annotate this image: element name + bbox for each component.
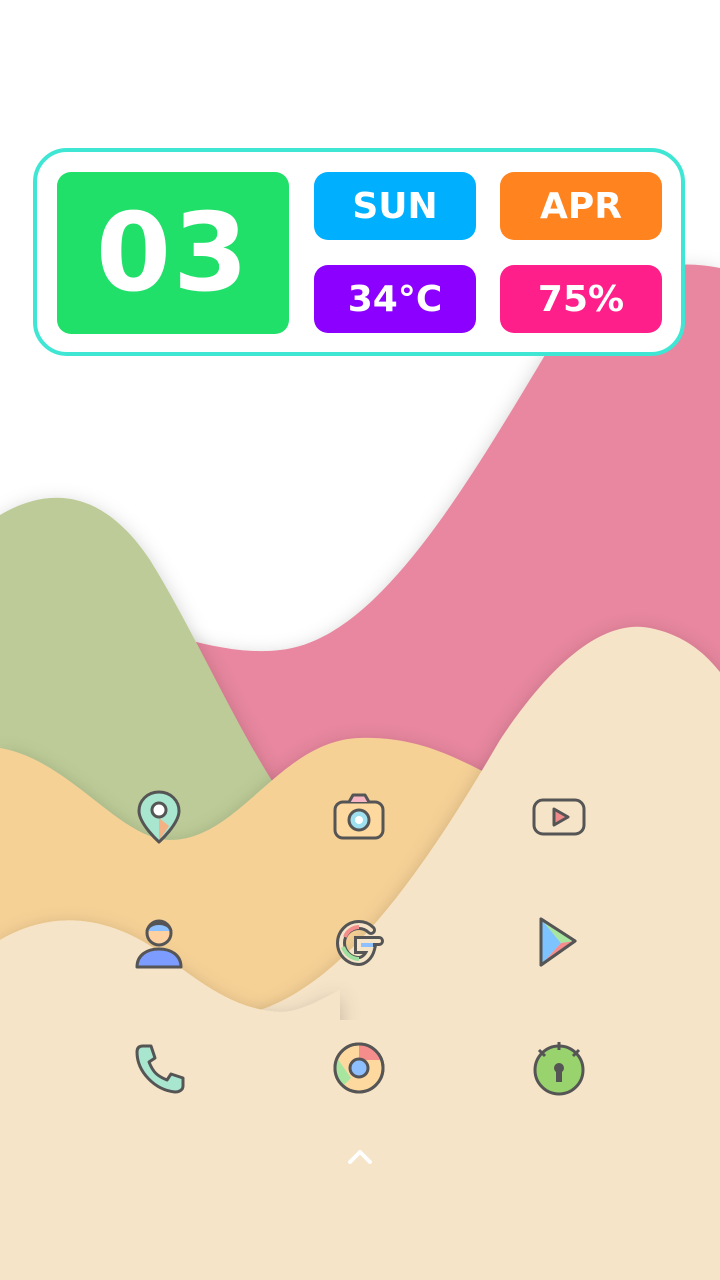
temperature-tile: 34°C <box>314 265 476 333</box>
chrome-icon[interactable] <box>323 1032 395 1104</box>
battery-tile: 75% <box>500 265 662 333</box>
month-tile: APR <box>500 172 662 240</box>
phone-icon[interactable] <box>123 1032 195 1104</box>
weekday-tile: SUN <box>314 172 476 240</box>
camera-icon[interactable] <box>323 782 395 854</box>
day-tile: 03 <box>57 172 289 334</box>
google-icon[interactable] <box>323 907 395 979</box>
app-drawer-button[interactable] <box>342 1142 378 1168</box>
lock-icon[interactable] <box>523 1032 595 1104</box>
contacts-icon[interactable] <box>123 907 195 979</box>
youtube-icon[interactable] <box>523 782 595 854</box>
chevron-up-icon <box>348 1150 372 1164</box>
date-weather-widget[interactable]: 03 SUN APR 34°C 75% <box>33 148 685 356</box>
maps-icon[interactable] <box>123 782 195 854</box>
play-store-icon[interactable] <box>523 907 595 979</box>
